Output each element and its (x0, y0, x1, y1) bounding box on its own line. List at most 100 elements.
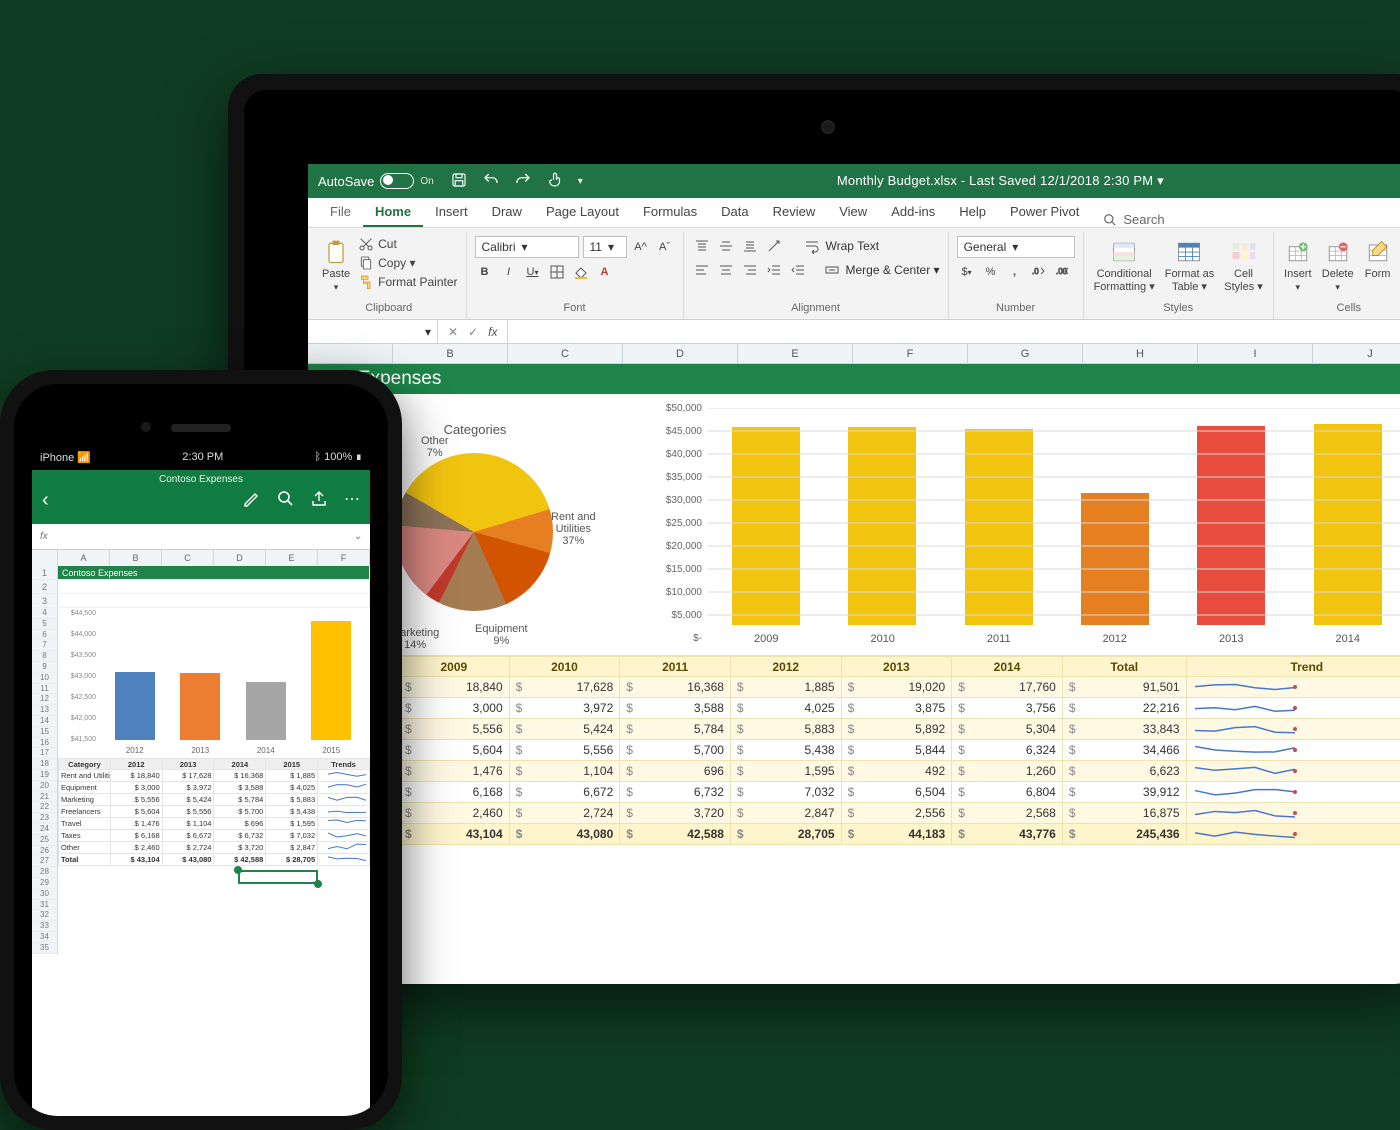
decrease-font-button[interactable]: Aˇ (655, 237, 675, 257)
tab-add-ins[interactable]: Add-ins (879, 198, 947, 227)
column-header[interactable]: Total (1062, 657, 1186, 677)
qat-more-icon[interactable]: ▾ (578, 176, 583, 187)
share-icon[interactable] (310, 489, 328, 512)
phone-data-table[interactable]: Category2012201320142015TrendsRent and U… (58, 758, 370, 866)
enter-formula-icon[interactable]: ✓ (468, 325, 478, 339)
delete-cells-button[interactable]: Delete▾ (1320, 236, 1356, 293)
font-color-button[interactable]: A (595, 262, 615, 282)
tab-formulas[interactable]: Formulas (631, 198, 709, 227)
autosave-switch[interactable] (380, 173, 414, 189)
font-size-select[interactable]: 11▾ (583, 236, 627, 258)
align-top-button[interactable] (692, 236, 712, 256)
table-row[interactable]: Travel$ 1,476$ 1,104$ 696$ 1,595 (59, 818, 370, 830)
touch-mode-icon[interactable] (546, 171, 564, 192)
tab-view[interactable]: View (827, 198, 879, 227)
column-header[interactable]: 2014 (214, 759, 266, 770)
tab-data[interactable]: Data (709, 198, 760, 227)
column-header[interactable]: G (968, 344, 1083, 363)
increase-indent-button[interactable] (788, 260, 808, 280)
column-header[interactable]: 2012 (110, 759, 162, 770)
table-row[interactable]: Freelancers$ 5,604$ 5,556$ 5,700$ 5,438 (59, 806, 370, 818)
decrease-decimal-button[interactable]: .00 (1053, 262, 1073, 282)
draw-icon[interactable] (242, 489, 260, 512)
column-header[interactable]: 2015 (266, 759, 318, 770)
table-row[interactable]: s$5,604$5,556$5,700$5,438$5,844$6,324$34… (309, 740, 1400, 761)
table-row[interactable]: Other$ 2,460$ 2,724$ 3,720$ 2,847 (59, 842, 370, 854)
tab-power-pivot[interactable]: Power Pivot (998, 198, 1091, 227)
fx-icon[interactable]: fx (488, 325, 497, 339)
tab-file[interactable]: File (318, 198, 363, 227)
italic-button[interactable]: I (499, 262, 519, 282)
column-header[interactable]: D (623, 344, 738, 363)
format-cells-button[interactable]: Form (1362, 236, 1394, 280)
column-header[interactable]: B (110, 550, 162, 566)
number-format-select[interactable]: General▾ (957, 236, 1075, 258)
redo-icon[interactable] (514, 171, 532, 192)
tab-page-layout[interactable]: Page Layout (534, 198, 631, 227)
column-header[interactable]: 2013 (841, 657, 952, 677)
comma-format-button[interactable]: , (1005, 262, 1025, 282)
column-header[interactable]: J (1313, 344, 1400, 363)
column-header[interactable]: 2014 (952, 657, 1063, 677)
align-center-button[interactable] (716, 260, 736, 280)
bold-button[interactable]: B (475, 262, 495, 282)
table-row[interactable]: Equipment$ 3,000$ 3,972$ 3,588$ 4,025 (59, 782, 370, 794)
undo-icon[interactable] (482, 171, 500, 192)
document-title[interactable]: Monthly Budget.xlsx - Last Saved 12/1/20… (583, 173, 1400, 189)
table-row[interactable]: $3,000$3,972$3,588$4,025$3,875$3,756$22,… (309, 698, 1400, 719)
table-row[interactable]: $2,460$2,724$3,720$2,847$2,556$2,568$16,… (309, 803, 1400, 824)
column-headers[interactable]: BCDEFGHIJ (308, 344, 1400, 364)
tab-home[interactable]: Home (363, 198, 423, 227)
column-header[interactable]: Category (59, 759, 111, 770)
table-row[interactable]: Utilities$18,840$17,628$16,368$1,885$19,… (309, 677, 1400, 698)
column-header[interactable]: 2010 (509, 657, 620, 677)
cell-styles-button[interactable]: Cell Styles ▾ (1222, 236, 1265, 293)
column-header[interactable]: Trends (318, 759, 370, 770)
column-header[interactable]: H (1083, 344, 1198, 363)
formula-input[interactable] (508, 320, 1400, 343)
font-name-select[interactable]: Calibri▾ (475, 236, 579, 258)
column-header[interactable]: D (214, 550, 266, 566)
more-icon[interactable]: ⋯ (344, 489, 360, 512)
phone-bar-chart[interactable]: $41,500$42,000$42,500$43,000$43,500$44,0… (58, 608, 370, 758)
tab-insert[interactable]: Insert (423, 198, 480, 227)
phone-formula-bar[interactable]: fx⌄ (32, 524, 370, 550)
align-left-button[interactable] (692, 260, 712, 280)
decrease-indent-button[interactable] (764, 260, 784, 280)
bar-chart[interactable]: $-$5,000$10,000$15,000$20,000$25,000$30,… (654, 402, 1400, 651)
increase-font-button[interactable]: A^ (631, 237, 651, 257)
save-icon[interactable] (450, 171, 468, 192)
tab-help[interactable]: Help (947, 198, 998, 227)
wrap-text-button[interactable] (802, 236, 822, 256)
name-box[interactable]: ▾ (308, 320, 438, 343)
column-header[interactable]: 2012 (730, 657, 841, 677)
conditional-formatting-button[interactable]: Conditional Formatting ▾ (1092, 236, 1157, 293)
search-icon[interactable] (276, 489, 294, 512)
align-middle-button[interactable] (716, 236, 736, 256)
insert-cells-button[interactable]: Insert▾ (1282, 236, 1314, 293)
column-header[interactable]: Trend (1186, 657, 1400, 677)
column-header[interactable]: 2011 (620, 657, 731, 677)
column-header[interactable]: E (266, 550, 318, 566)
tab-draw[interactable]: Draw (480, 198, 534, 227)
column-header[interactable]: F (853, 344, 968, 363)
underline-button[interactable]: U▾ (523, 262, 543, 282)
table-row[interactable]: Taxes$ 6,168$ 6,672$ 6,732$ 7,032 (59, 830, 370, 842)
percent-format-button[interactable]: % (981, 262, 1001, 282)
column-header[interactable]: I (1198, 344, 1313, 363)
fill-color-button[interactable] (571, 262, 591, 282)
tell-me-search[interactable]: Search (1103, 212, 1164, 227)
table-row[interactable]: Rent and Utilities$ 18,840$ 17,628$ 16,3… (59, 770, 370, 782)
selection-handles[interactable] (58, 866, 370, 890)
data-table[interactable]: 200920102011201220132014TotalTrendUtilit… (308, 656, 1400, 845)
table-row[interactable]: $5,556$5,424$5,784$5,883$5,892$5,304$33,… (309, 719, 1400, 740)
increase-decimal-button[interactable]: .0 (1029, 262, 1049, 282)
column-header[interactable]: A (58, 550, 110, 566)
format-painter-button[interactable]: Format Painter (358, 274, 457, 290)
tab-review[interactable]: Review (761, 198, 828, 227)
column-header[interactable]: 2013 (162, 759, 214, 770)
phone-row[interactable]: 1 Contoso Expenses (32, 566, 370, 580)
copy-button[interactable]: Copy ▾ (358, 255, 457, 271)
table-row[interactable]: $1,476$1,104$696$1,595$492$1,260$6,623 (309, 761, 1400, 782)
column-header[interactable]: 2009 (399, 657, 510, 677)
